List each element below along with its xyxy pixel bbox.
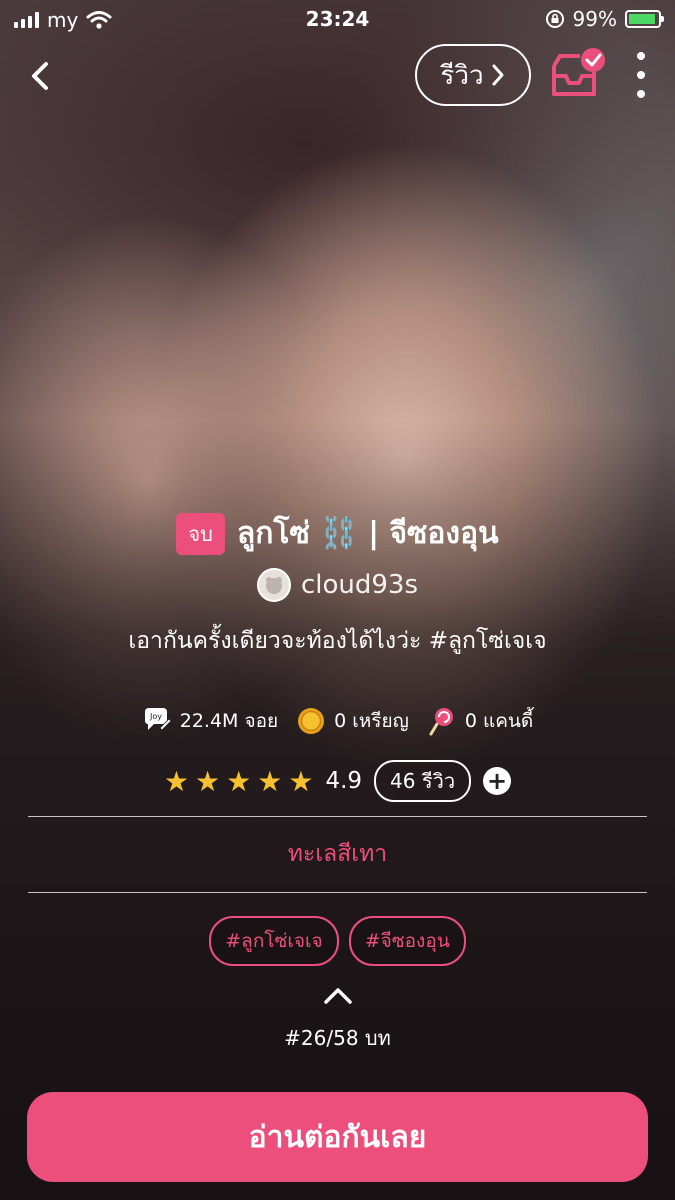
chevron-right-icon: [492, 64, 504, 86]
chevron-up-icon[interactable]: [322, 984, 354, 1006]
status-bar: my 23:24 99%: [0, 0, 675, 38]
continue-reading-label: อ่านต่อกันเลย: [248, 1119, 427, 1155]
plus-icon[interactable]: +: [483, 767, 512, 795]
views-count: 22.4M จอย: [179, 710, 279, 732]
coins-count: 0 เหรียญ: [334, 710, 409, 732]
star-icon: ★: [163, 764, 190, 798]
story-description: เอากันครั้งเดียวจะท้องได้ไงว่ะ #ลูกโซ่เจ…: [128, 628, 547, 654]
story-title: ลูกโซ่ ⛓️ | จีซองอุน: [236, 516, 499, 551]
review-count-button[interactable]: 46 รีวิว: [374, 760, 472, 802]
svg-text:Joy: Joy: [149, 712, 162, 721]
review-button[interactable]: รีวิว: [415, 44, 531, 106]
candy-icon: [429, 708, 453, 736]
star-icon: ★: [257, 764, 283, 798]
back-chevron-icon[interactable]: [24, 56, 60, 96]
star-rating: ★ ★ ★ ★ ★: [164, 765, 314, 798]
avatar[interactable]: [256, 568, 291, 602]
category-label[interactable]: ทะเลสีเทา: [0, 836, 675, 872]
chapter-progress: #26/58 บท: [284, 1026, 391, 1050]
rotation-lock-icon: [545, 10, 564, 28]
divider-bottom: [28, 892, 647, 893]
tag-list: #ลูกโซ่เจเจ #จีซองอุน: [0, 916, 675, 966]
rating-score: 4.9: [325, 768, 363, 794]
tag-chip[interactable]: #ลูกโซ่เจเจ: [209, 916, 339, 966]
star-icon: ★: [226, 764, 252, 798]
title-row: จบ ลูกโซ่ ⛓️ | จีซองอุน: [0, 510, 675, 557]
coin-icon: [298, 708, 325, 734]
battery-icon: [625, 10, 664, 28]
joy-icon: Joy: [144, 708, 172, 731]
author-row[interactable]: cloud93s: [0, 568, 675, 602]
rating-row: ★ ★ ★ ★ ★ 4.9 46 รีวิว +: [0, 760, 675, 802]
review-button-label: รีวิว: [440, 60, 484, 91]
battery-percent: 99%: [572, 7, 617, 31]
author-name[interactable]: cloud93s: [301, 570, 418, 600]
divider-top: [28, 816, 647, 817]
status-badge: จบ: [176, 512, 225, 555]
star-icon: ★: [288, 764, 314, 798]
inbox-icon[interactable]: [548, 46, 606, 102]
candy-count: 0 แคนดี้: [464, 710, 534, 732]
tag-chip[interactable]: #จีซองอุน: [348, 916, 466, 966]
stats-row: Joy 22.4M จอย 0 เหรียญ 0 แคนดี้: [0, 706, 675, 736]
continue-reading-button[interactable]: อ่านต่อกันเลย: [27, 1092, 648, 1182]
more-icon[interactable]: [632, 52, 650, 98]
star-icon: ★: [195, 764, 221, 798]
